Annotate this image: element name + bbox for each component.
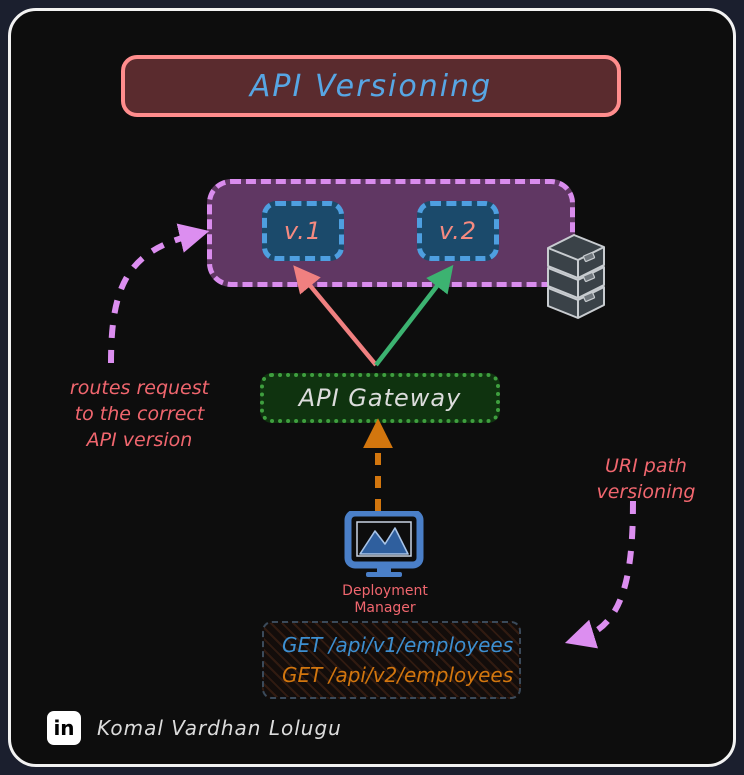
api-gateway-box[interactable]: API Gateway [260,373,500,423]
linkedin-badge-text: in [53,716,75,740]
code-block: GET /api/v1/employees GET /api/v2/employ… [262,621,521,699]
version-label-v2: v.2 [438,217,478,245]
version-label-v1: v.1 [283,217,323,245]
routing-annotation-line-1: routes request [69,377,210,399]
monitor-icon [344,509,424,587]
arrow-routing-note [108,223,210,364]
routing-annotation: routes request to the correct API versio… [47,375,232,453]
arrow-uri-note [564,500,636,649]
uri-annotation-line-2: versioning [596,481,696,503]
author-name: Komal Vardhan Lolugu [97,716,342,740]
api-gateway-label: API Gateway [298,384,462,412]
monitor-label-line-2: Manager [354,600,416,616]
code-line-v1: GET /api/v1/employees [282,633,514,657]
diagram-title-box: API Versioning [121,55,621,117]
uri-annotation-line-1: URI path [605,455,687,477]
version-box-v2[interactable]: v.2 [417,201,499,261]
diagram-canvas: API Versioning v.1 v.2 API Gateway route… [8,8,736,767]
arrow-gateway-to-v1 [293,265,378,367]
linkedin-icon[interactable]: in [47,711,81,745]
code-line-v2: GET /api/v2/employees [282,663,514,687]
routing-annotation-line-2: to the correct [74,403,205,425]
arrow-gateway-to-v2 [374,264,454,367]
version-box-v1[interactable]: v.1 [262,201,344,261]
uri-versioning-annotation: URI path versioning [581,453,711,505]
page-title: API Versioning [249,68,493,104]
monitor-label: Deployment Manager [326,583,444,617]
routing-annotation-line-3: API version [86,429,193,451]
server-stack-icon [534,230,614,324]
footer-credit: in Komal Vardhan Lolugu [47,711,342,745]
monitor-label-line-1: Deployment [342,583,428,599]
